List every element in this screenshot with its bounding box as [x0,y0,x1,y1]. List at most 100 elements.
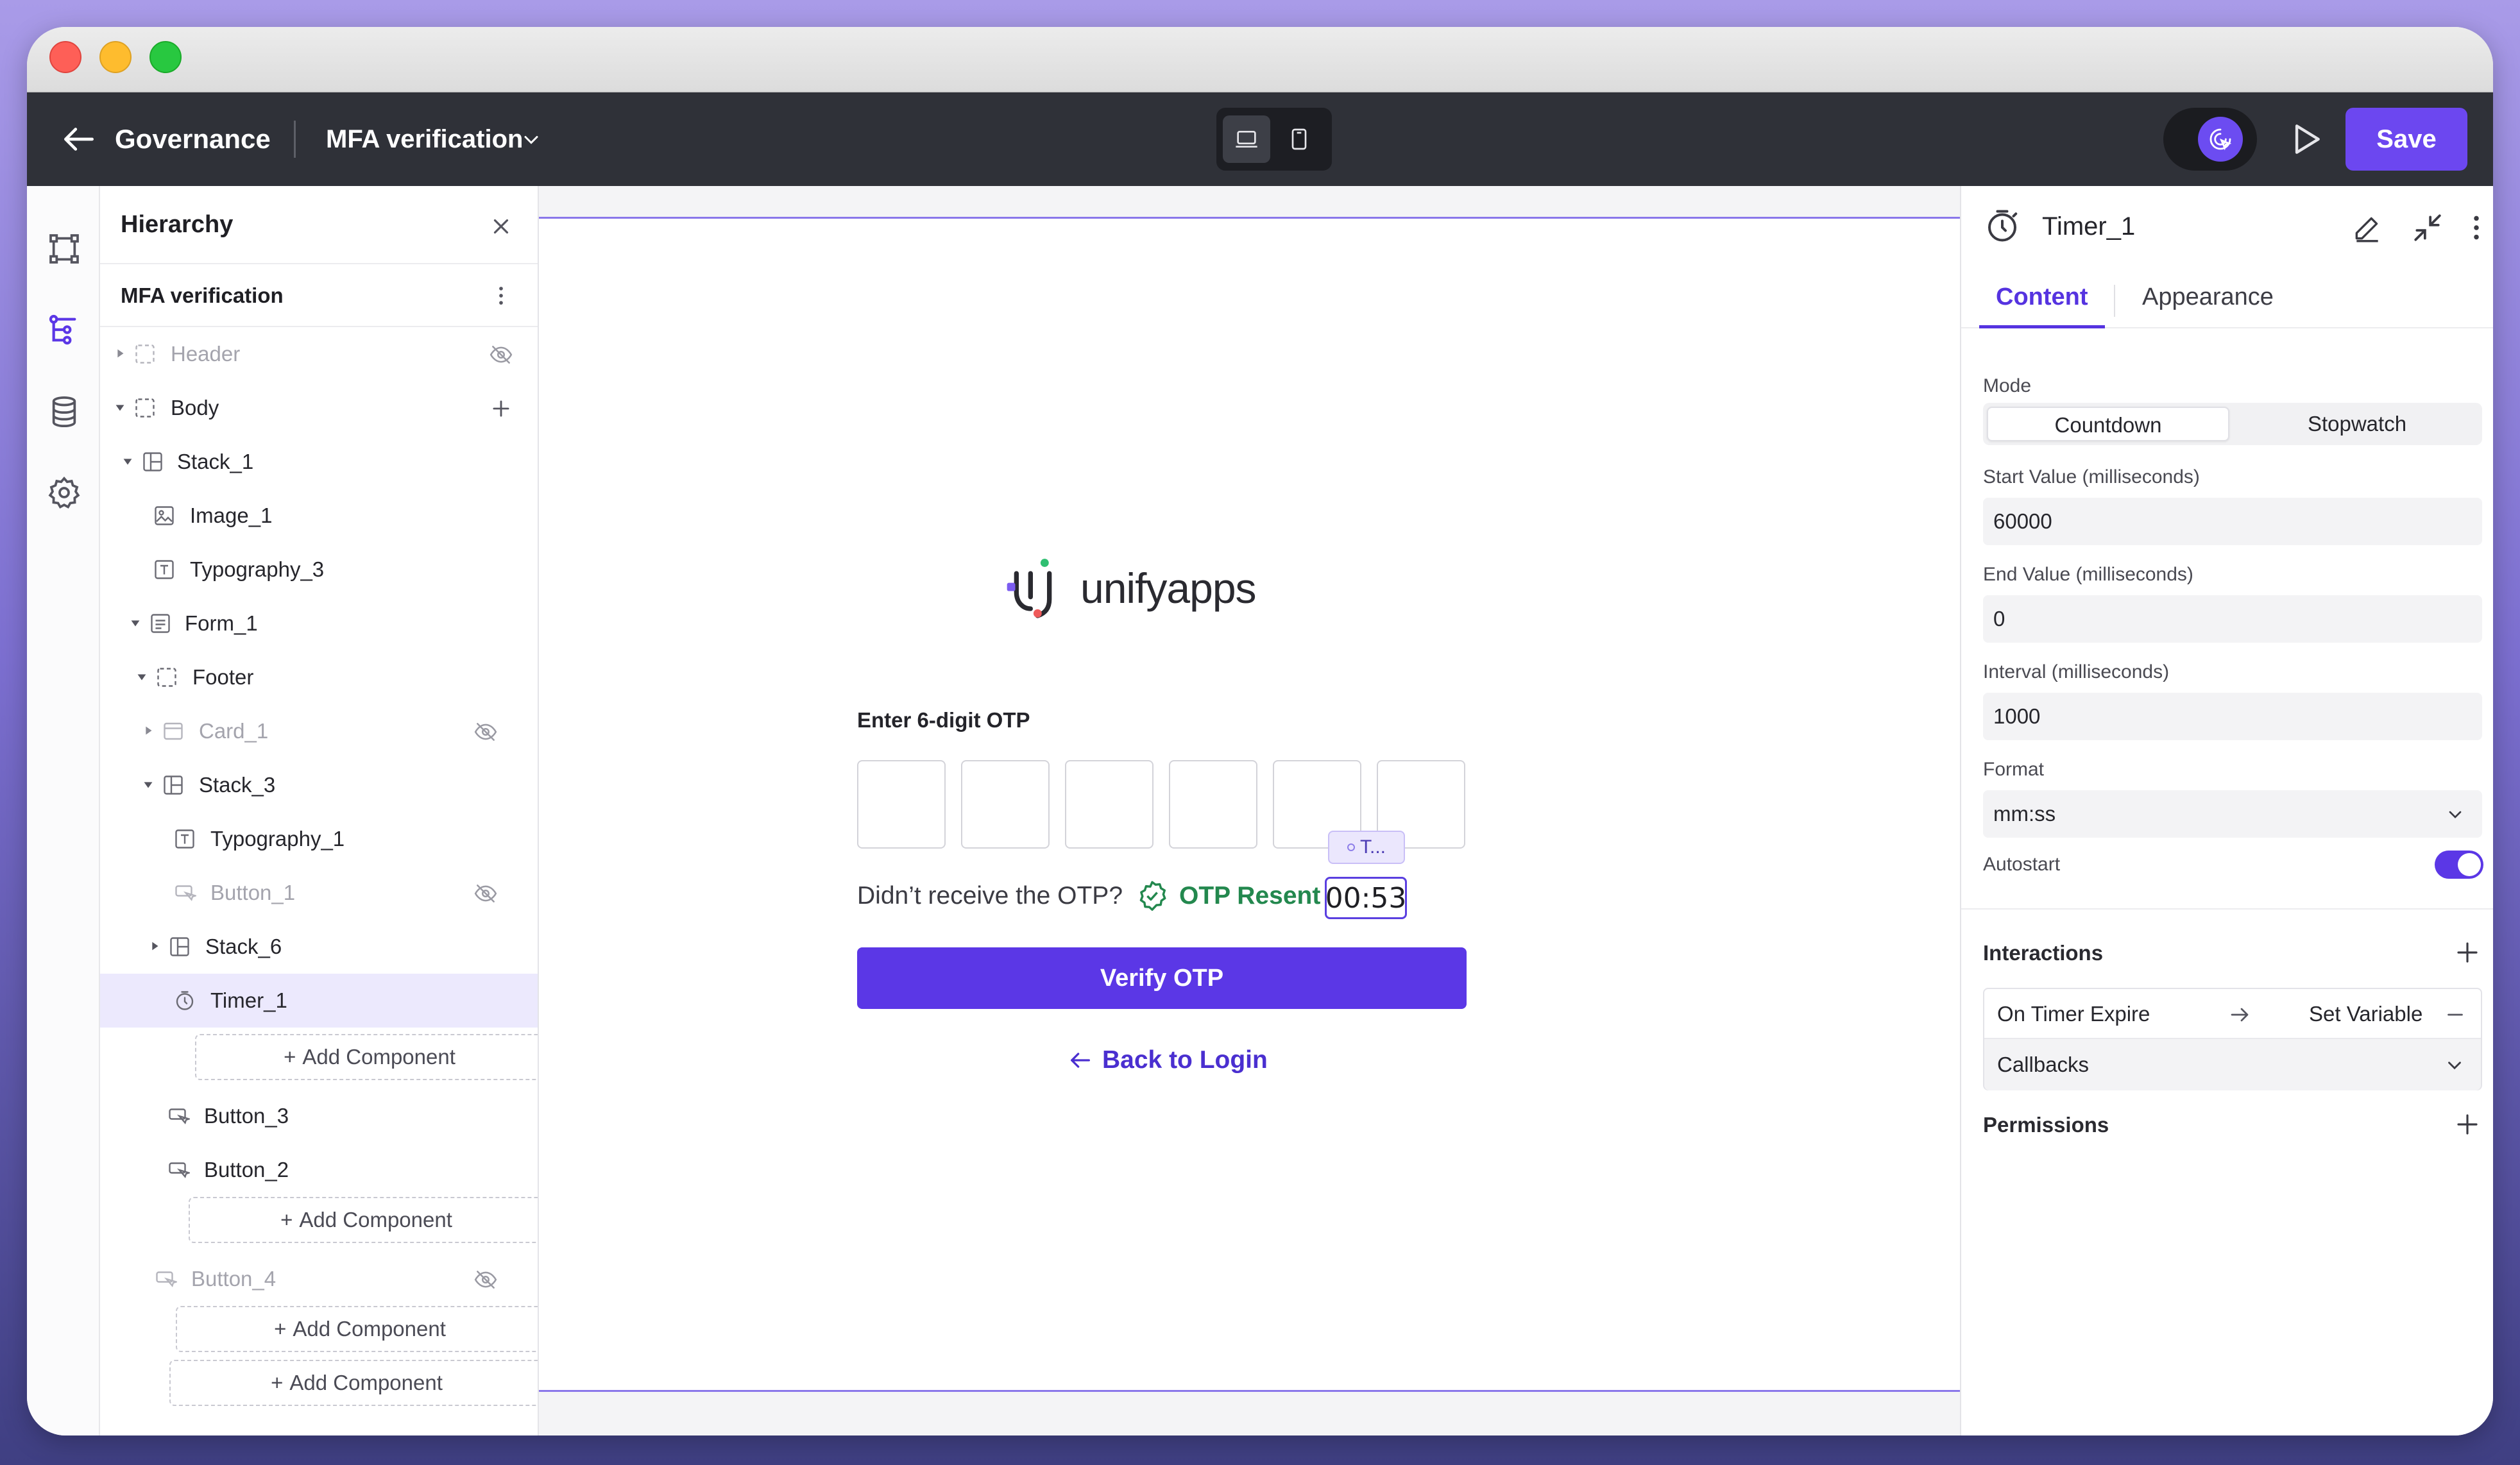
interactions-title: Interactions [1983,941,2104,965]
hierarchy-flow-name: MFA verification [121,284,284,307]
flow-name-dropdown[interactable]: MFA verification [326,121,523,158]
mode-stopwatch-option[interactable]: Stopwatch [2236,407,2478,441]
window-titlebar [27,27,2493,92]
mobile-preview-button[interactable] [1275,115,1323,163]
hierarchy-header: Hierarchy [100,186,538,264]
canvas-icon[interactable] [46,231,82,267]
minus-icon[interactable] [2444,1003,2467,1026]
back-arrow-icon[interactable] [59,119,99,159]
interval-input[interactable]: 1000 [1983,693,2482,740]
timer-icon [176,991,194,1010]
tree-item-timer-1[interactable]: Timer_1 [100,974,538,1028]
minimize-window-button[interactable] [99,41,132,73]
plus-icon: + [280,1208,293,1232]
add-component-button[interactable]: + Add Component [189,1197,538,1243]
tree-item-typography-3[interactable]: Typography_3 [100,543,538,597]
otp-digit-input[interactable] [1065,760,1154,849]
tree-item-body[interactable]: Body [100,381,538,435]
caret-right-icon[interactable] [148,939,162,953]
callbacks-dropdown[interactable]: Callbacks [1984,1039,2481,1090]
chevron-down-icon [2449,811,2462,818]
close-window-button[interactable] [49,41,81,73]
tree-item-label: Stack_6 [205,935,282,958]
save-button[interactable]: Save [2345,108,2467,171]
eye-off-icon[interactable] [473,1267,498,1292]
tree-item-button-1[interactable]: Button_1 [100,866,538,920]
tree-item-stack-6[interactable]: Stack_6 [100,920,538,974]
otp-digit-input[interactable] [961,760,1050,849]
caret-down-icon[interactable] [113,400,127,414]
plus-icon[interactable] [489,396,513,421]
tree-item-typography-1[interactable]: Typography_1 [100,812,538,866]
ai-assist-toggle[interactable] [2163,108,2257,171]
format-select[interactable]: mm:ss [1983,790,2482,838]
add-interaction-plus-icon[interactable] [2454,939,2481,966]
close-icon[interactable] [489,214,513,239]
tree-item-form-1[interactable]: Form_1 [100,597,538,650]
back-to-login-link[interactable]: Back to Login [1068,1041,1268,1080]
add-component-button[interactable]: + Add Component [169,1360,538,1406]
edit-pencil-icon[interactable] [2351,212,2383,244]
end-value-label: End Value (milliseconds) [1983,564,2193,585]
end-value-input[interactable]: 0 [1983,595,2482,643]
otp-digit-input[interactable] [1169,760,1257,849]
verify-otp-button[interactable]: Verify OTP [857,947,1467,1009]
tree-item-stack-3[interactable]: Stack_3 [100,758,538,812]
caret-down-icon[interactable] [121,454,135,468]
tree-item-footer[interactable]: Footer [100,650,538,704]
more-vertical-icon[interactable] [2460,212,2492,244]
arrow-left-icon [1071,1053,1090,1068]
otp-digit-input[interactable] [857,760,946,849]
button-icon [169,1162,190,1178]
interaction-row[interactable]: On Timer Expire Set Variable [1984,989,2481,1039]
tree-item-button-4[interactable]: Button_4 [100,1252,538,1306]
start-value-input[interactable]: 60000 [1983,498,2482,545]
back-label[interactable]: Governance [115,121,271,158]
tree-item-header[interactable]: Header [100,327,538,381]
tab-content[interactable]: Content [1979,275,2105,328]
start-value-label: Start Value (milliseconds) [1983,466,2200,487]
tree-item-label: Card_1 [199,719,269,743]
caret-down-icon[interactable] [135,670,149,684]
desktop-preview-button[interactable] [1223,115,1270,163]
caret-down-icon[interactable] [128,616,142,630]
timer-component[interactable]: 00:53 [1325,877,1407,919]
design-canvas: unifyapps Enter 6-digit OTP T... Didn’t … [539,186,1960,1435]
add-component-button[interactable]: + Add Component [195,1034,538,1080]
add-component-button[interactable]: + Add Component [176,1306,538,1352]
ai-cursor-icon [2209,128,2232,151]
tree-item-image-1[interactable]: Image_1 [100,489,538,543]
tree-item-label: Stack_1 [177,450,254,473]
eye-off-icon[interactable] [473,720,498,744]
stack-icon [164,775,183,795]
autostart-toggle[interactable] [2435,851,2483,879]
play-preview-icon[interactable] [2285,119,2325,159]
chevron-down-icon[interactable] [520,128,543,151]
component-tag-chip[interactable]: T... [1328,831,1405,864]
tree-item-button-3[interactable]: Button_3 [100,1089,538,1143]
tree-item-stack-1[interactable]: Stack_1 [100,435,538,489]
tree-item-label: Image_1 [190,504,273,527]
mode-countdown-option[interactable]: Countdown [1987,407,2229,441]
settings-gear-icon[interactable] [46,475,82,511]
hierarchy-icon[interactable] [46,312,82,348]
unifyapps-logo-icon [1007,559,1052,618]
caret-right-icon[interactable] [141,724,155,738]
top-toolbar: Governance MFA verification Save [27,92,2493,186]
add-permission-plus-icon[interactable] [2454,1111,2481,1138]
eye-off-icon[interactable] [473,881,498,906]
maximize-window-button[interactable] [149,41,182,73]
card-icon [164,722,183,740]
tree-item-label: Button_1 [210,881,296,904]
eye-off-icon[interactable] [489,343,513,367]
canvas-page: unifyapps Enter 6-digit OTP T... Didn’t … [539,217,1960,1392]
tree-item-card-1[interactable]: Card_1 [100,704,538,758]
more-vertical-icon[interactable] [489,284,513,308]
database-icon[interactable] [46,394,82,430]
caret-down-icon[interactable] [141,777,155,792]
collapse-icon[interactable] [2412,212,2444,244]
tree-item-button-2[interactable]: Button_2 [100,1143,538,1197]
tab-appearance[interactable]: Appearance [2125,275,2290,328]
plus-icon: + [284,1045,296,1069]
caret-right-icon[interactable] [113,346,127,360]
